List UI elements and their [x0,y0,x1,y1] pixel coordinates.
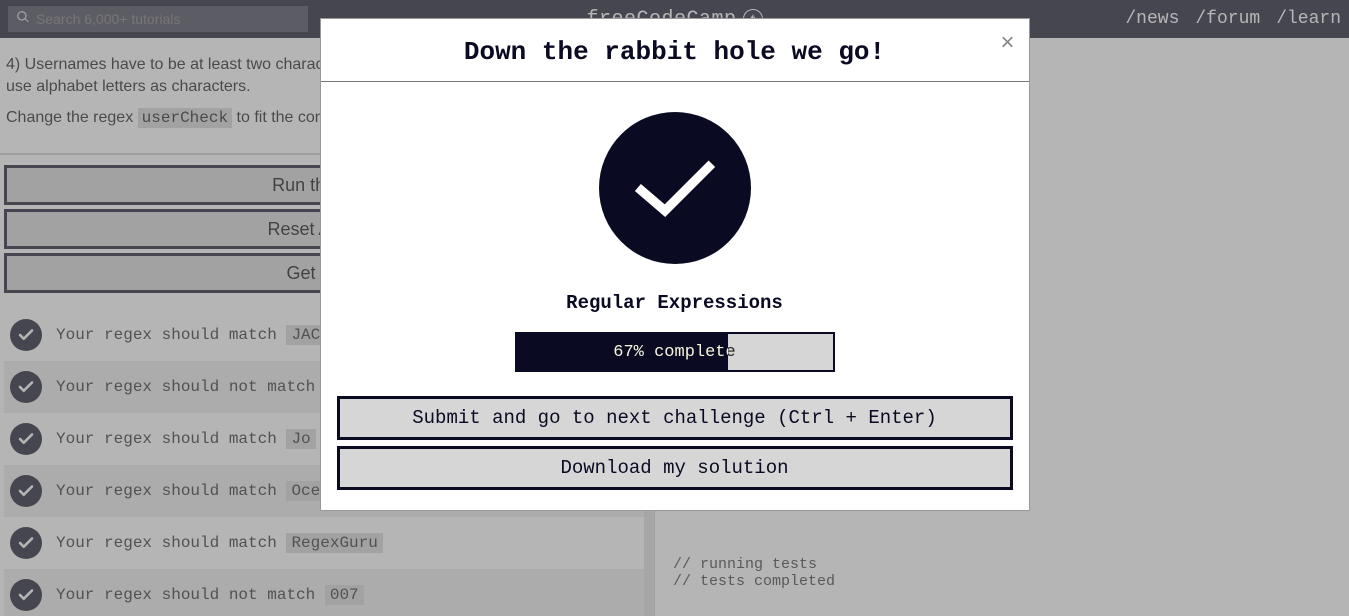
modal-actions: Submit and go to next challenge (Ctrl + … [321,390,1029,510]
submit-next-button[interactable]: Submit and go to next challenge (Ctrl + … [337,396,1013,440]
download-solution-button[interactable]: Download my solution [337,446,1013,490]
success-check-icon [599,112,751,264]
progress-label: 67% complete [517,334,833,370]
modal-body: Regular Expressions 67% complete [321,82,1029,390]
close-icon[interactable]: × [1000,29,1014,57]
modal-title: Down the rabbit hole we go! [341,37,1009,67]
modal-header: Down the rabbit hole we go! × [321,19,1029,82]
progress-bar: 67% complete [515,332,835,372]
completion-modal: Down the rabbit hole we go! × Regular Ex… [320,18,1030,511]
modal-subtitle: Regular Expressions [341,292,1009,314]
